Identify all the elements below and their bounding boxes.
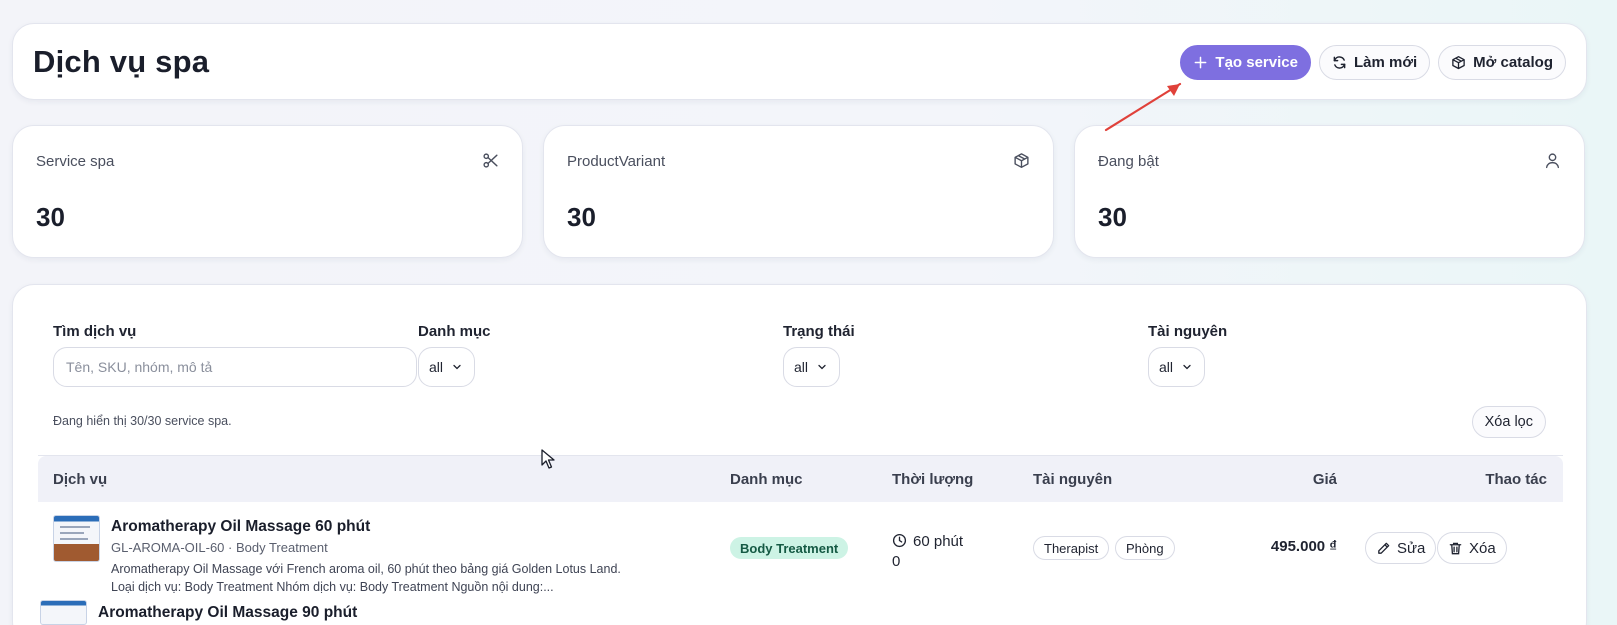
service-name: Aromatherapy Oil Massage 90 phút xyxy=(98,604,358,621)
service-thumbnail xyxy=(40,600,87,625)
edit-button[interactable]: Sửa xyxy=(1365,532,1437,564)
service-description-line: Loại dịch vụ: Body Treatment Nhóm dịch v… xyxy=(111,580,554,594)
status-select-value: all xyxy=(794,359,809,375)
pencil-icon xyxy=(1378,542,1390,554)
stat-label: Đang bật xyxy=(1098,153,1159,170)
stat-value: 30 xyxy=(567,202,596,232)
search-label: Tìm dịch vụ xyxy=(53,323,137,340)
clear-filter-button[interactable]: Xóa lọc xyxy=(1471,406,1546,438)
category-select[interactable]: all xyxy=(418,347,475,387)
page-header: Dịch vụ spa Tạo service Làm mới Mở catal… xyxy=(12,23,1587,100)
resource-filter-label: Tài nguyên xyxy=(1148,323,1228,340)
stat-label: ProductVariant xyxy=(567,153,666,170)
service-name: Aromatherapy Oil Massage 60 phút xyxy=(111,518,371,535)
column-header-resources: Tài nguyên xyxy=(1033,471,1113,488)
stat-card-service-spa: Service spa 30 xyxy=(12,125,523,258)
stat-value: 30 xyxy=(36,202,65,232)
column-header-category: Danh mục xyxy=(730,471,803,488)
package-icon xyxy=(1452,56,1465,70)
stat-card-enabled: Đang bật 30 xyxy=(1074,125,1585,258)
resource-badge-room: Phòng xyxy=(1115,536,1175,560)
create-service-button[interactable]: Tạo service xyxy=(1180,45,1311,80)
service-thumbnail xyxy=(53,515,100,562)
status-filter-label: Trạng thái xyxy=(783,323,855,340)
column-header-actions: Thao tác xyxy=(1485,471,1547,488)
chevron-down-icon xyxy=(1183,364,1191,370)
refresh-label: Làm mới xyxy=(1353,54,1418,71)
stat-value: 30 xyxy=(1098,202,1127,232)
delete-button[interactable]: Xóa xyxy=(1437,532,1507,564)
header-actions: Tạo service Làm mới Mở catalog xyxy=(1180,45,1566,80)
category-select-value: all xyxy=(429,359,444,375)
status-select[interactable]: all xyxy=(783,347,840,387)
create-service-label: Tạo service xyxy=(1215,54,1298,71)
column-header-price: Giá xyxy=(1312,471,1337,488)
annotation-arrow-icon xyxy=(1104,82,1182,132)
duration-value: 60 phút xyxy=(913,533,964,550)
resource-select-value: all xyxy=(1159,359,1174,375)
stat-card-product-variant: ProductVariant 30 xyxy=(543,125,1054,258)
service-price: 495.000 ₫ xyxy=(1270,538,1337,555)
chevron-down-icon xyxy=(818,364,826,370)
stat-label: Service spa xyxy=(36,153,115,170)
resource-badge-therapist: Therapist xyxy=(1033,536,1110,560)
duration-extra: 0 xyxy=(892,553,901,570)
clock-icon xyxy=(892,533,907,548)
category-filter-label: Danh mục xyxy=(418,323,491,340)
scissors-icon xyxy=(483,153,498,168)
table-header: Dịch vụ Danh mục Thời lượng Tài nguyên G… xyxy=(38,456,1563,502)
table-row: Aromatherapy Oil Massage 60 phút GL-AROM… xyxy=(38,502,1563,600)
category-badge: Body Treatment xyxy=(730,537,849,559)
service-sku: GL-AROMA-OIL-60 · Body Treatment xyxy=(111,540,328,555)
mouse-cursor-icon xyxy=(541,449,555,469)
resource-select[interactable]: all xyxy=(1148,347,1205,387)
trash-icon xyxy=(1449,542,1462,554)
column-header-service: Dịch vụ xyxy=(53,471,108,488)
refresh-button[interactable]: Làm mới xyxy=(1318,45,1431,80)
service-description-line: Aromatherapy Oil Massage với French arom… xyxy=(111,562,621,576)
package-icon xyxy=(1014,153,1029,168)
search-input[interactable] xyxy=(53,347,417,387)
open-catalog-button[interactable]: Mở catalog xyxy=(1438,45,1566,80)
chevron-down-icon xyxy=(453,364,461,370)
page-title: Dịch vụ spa xyxy=(33,44,210,79)
edit-label: Sửa xyxy=(1397,539,1426,557)
column-header-duration: Thời lượng xyxy=(892,471,974,488)
plus-icon xyxy=(1195,56,1207,69)
services-panel: Tìm dịch vụ Danh mục all Trạng thái all … xyxy=(12,284,1587,625)
refresh-icon xyxy=(1333,56,1346,69)
result-count-text: Đang hiển thị 30/30 service spa. xyxy=(53,414,232,428)
user-icon xyxy=(1545,153,1560,169)
service-description: Aromatherapy Oil Massage với French arom… xyxy=(111,560,671,596)
service-duration: 60 phút 0 xyxy=(892,532,982,572)
delete-label: Xóa xyxy=(1469,539,1496,557)
open-catalog-label: Mở catalog xyxy=(1473,54,1553,71)
